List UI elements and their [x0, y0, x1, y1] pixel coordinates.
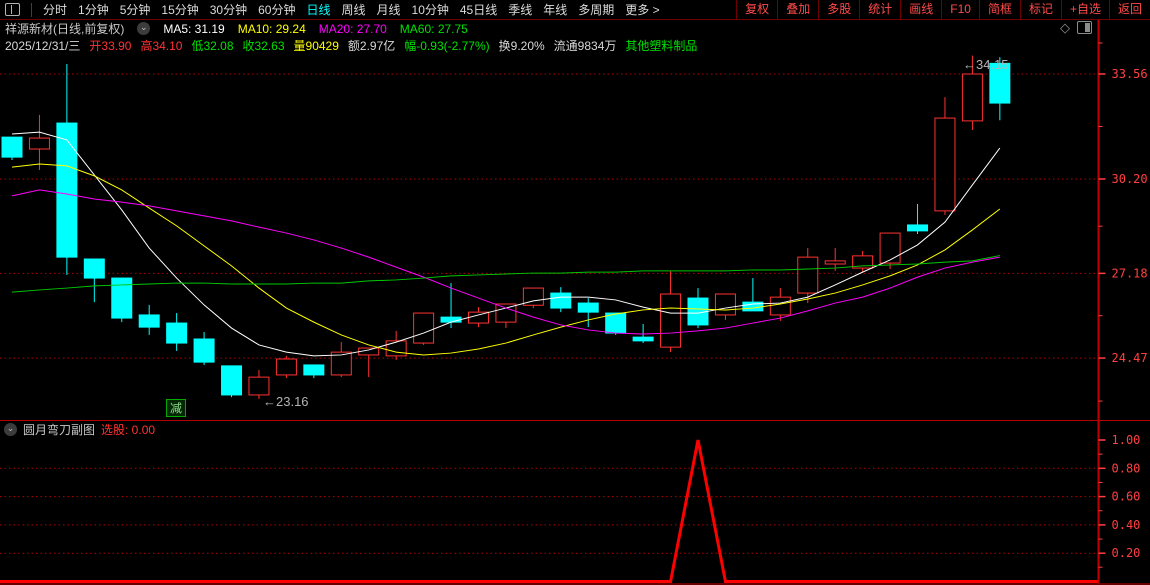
split-window-icon[interactable]	[5, 3, 20, 16]
toolbar-separator	[31, 2, 32, 17]
quote-close: 收32.63	[242, 39, 285, 53]
svg-text:24.47: 24.47	[1112, 351, 1148, 365]
tab-15min[interactable]: 15分钟	[161, 1, 198, 18]
panel-layout-icon[interactable]	[1077, 21, 1092, 34]
tab-weekly[interactable]: 周线	[341, 1, 365, 18]
svg-text:33.56: 33.56	[1112, 67, 1148, 81]
svg-text:0.80: 0.80	[1112, 461, 1141, 475]
overlay-button[interactable]: 叠加	[777, 0, 818, 19]
tab-fenshi[interactable]: 分时	[43, 1, 67, 18]
candlesticks[interactable]	[1, 55, 1011, 399]
f10-button[interactable]: F10	[941, 0, 979, 19]
price-annotation: ←23.16	[263, 394, 309, 409]
stock-title: 祥源新材(日线,前复权)	[5, 22, 125, 36]
back-button[interactable]: 返回	[1108, 0, 1150, 19]
draw-line-button[interactable]: 画线	[900, 0, 941, 19]
tab-quarterly[interactable]: 季线	[508, 1, 532, 18]
chart-info-bar: 祥源新材(日线,前复权) ⌄ MA5: 31.19 MA10: 29.24 MA…	[5, 21, 468, 37]
quote-industry: 其他塑料制品	[625, 39, 698, 53]
period-toolbar: 分时 1分钟 5分钟 15分钟 30分钟 60分钟 日线 周线 月线 10分钟 …	[0, 0, 1150, 20]
ma5-label: MA5: 31.19	[163, 21, 225, 36]
event-marker-text: 减	[170, 402, 182, 416]
sub-indicator-header: ⌄ 圆月弯刀副图 选股: 0.00	[4, 421, 156, 438]
svg-text:0.60: 0.60	[1112, 490, 1141, 504]
chevron-down-icon[interactable]: ⌄	[137, 22, 151, 35]
quote-open: 开33.90	[89, 39, 132, 53]
ma20-label: MA20: 27.70	[318, 21, 387, 36]
quote-amount: 额2.97亿	[347, 39, 396, 53]
grid-lines	[0, 73, 1099, 554]
tab-daily[interactable]: 日线	[306, 1, 330, 18]
quote-date: 2025/12/31/三	[5, 39, 81, 53]
quote-volume: 量90429	[293, 39, 339, 53]
action-buttons: 复权 叠加 多股 统计 画线 F10 简框 标记 +自选 返回	[736, 0, 1150, 19]
simple-frame-button[interactable]: 简框	[978, 0, 1020, 19]
tab-yearly[interactable]: 年线	[543, 1, 567, 18]
sub-indicator-name[interactable]: 圆月弯刀副图	[23, 421, 95, 438]
svg-text:1.00: 1.00	[1112, 433, 1141, 447]
tab-10min[interactable]: 10分钟	[412, 1, 449, 18]
adjust-price-button[interactable]: 复权	[736, 0, 777, 19]
chevron-down-icon[interactable]: ⌄	[4, 422, 17, 436]
chart-canvas[interactable]: 33.56 30.20 27.18 24.47 1.00 0.80 0.60 0.40 0.20…	[0, 0, 1150, 585]
quote-bar: 2025/12/31/三 开33.90 高34.10 低32.08 收32.63…	[5, 38, 697, 53]
multi-stock-button[interactable]: 多股	[818, 0, 859, 19]
ma10-label: MA10: 29.24	[237, 21, 306, 36]
diamond-icon[interactable]: ◇	[1060, 21, 1070, 34]
sub-indicator-value: 选股: 0.00	[101, 422, 156, 437]
tab-multiperiod[interactable]: 多周期	[578, 1, 614, 18]
tdx-window: 33.56 30.20 27.18 24.47 1.00 0.80 0.60 0.40 0.20…	[0, 0, 1150, 585]
svg-text:0.40: 0.40	[1112, 518, 1141, 532]
tab-5min[interactable]: 5分钟	[120, 1, 151, 18]
quote-float-shares: 流通9834万	[553, 39, 617, 53]
svg-text:0.20: 0.20	[1112, 546, 1141, 560]
quote-high: 高34.10	[140, 39, 183, 53]
quote-change: 幅-0.93(-2.77%)	[404, 39, 490, 53]
svg-text:30.20: 30.20	[1112, 172, 1148, 186]
statistics-button[interactable]: 统计	[859, 0, 900, 19]
price-annotation: ←34.15	[963, 57, 1009, 72]
add-watchlist-button[interactable]: +自选	[1060, 0, 1109, 19]
svg-text:27.18: 27.18	[1112, 266, 1148, 280]
period-tabs: 分时 1分钟 5分钟 15分钟 30分钟 60分钟 日线 周线 月线 10分钟 …	[0, 1, 660, 18]
tab-1min[interactable]: 1分钟	[78, 1, 109, 18]
tab-30min[interactable]: 30分钟	[210, 1, 247, 18]
signal-line	[0, 439, 1099, 583]
mark-button[interactable]: 标记	[1019, 0, 1061, 19]
quote-turnover: 换9.20%	[498, 39, 545, 53]
ma60-label: MA60: 27.75	[399, 21, 468, 36]
info-bar-icons: ◇	[1060, 21, 1092, 34]
tab-45day[interactable]: 45日线	[460, 1, 497, 18]
tab-monthly[interactable]: 月线	[377, 1, 401, 18]
quote-low: 低32.08	[191, 39, 234, 53]
tab-more[interactable]: 更多 >	[625, 1, 659, 18]
price-axis: 33.56 30.20 27.18 24.47 1.00 0.80 0.60 0.40 0.20	[1098, 42, 1148, 568]
tab-60min[interactable]: 60分钟	[258, 1, 295, 18]
